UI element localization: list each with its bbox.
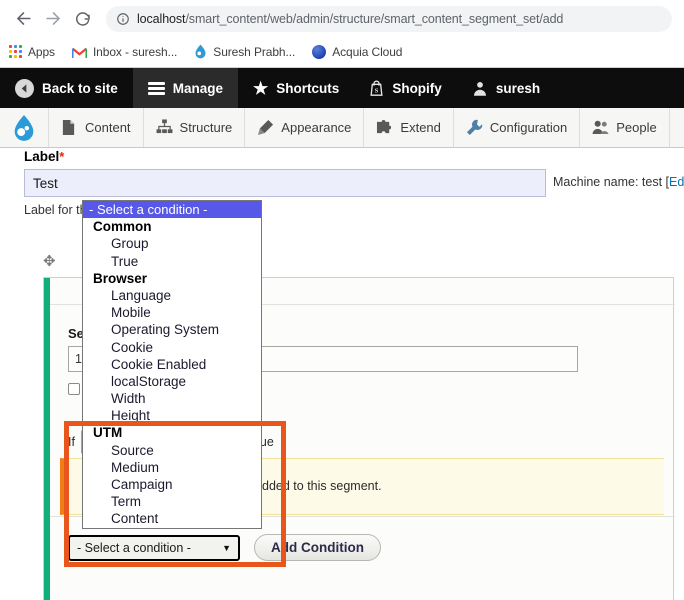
reload-icon[interactable] bbox=[68, 4, 98, 34]
star-icon: ★ bbox=[253, 78, 269, 98]
gmail-icon bbox=[71, 46, 88, 58]
add-condition-row: - Select a condition - ▼ Add Condition bbox=[68, 534, 381, 561]
dropdown-option[interactable]: Cookie bbox=[83, 339, 261, 356]
dropdown-option[interactable]: localStorage bbox=[83, 373, 261, 390]
acquia-cloud-icon bbox=[312, 44, 327, 59]
bookmark-apps[interactable]: Apps bbox=[9, 45, 55, 59]
bookmark-label: Apps bbox=[28, 44, 55, 59]
browser-chrome: localhost/smart_content/web/admin/struct… bbox=[0, 0, 684, 68]
dropdown-option[interactable]: Language bbox=[83, 287, 261, 304]
bookmark-inbox[interactable]: Inbox - suresh... bbox=[71, 44, 178, 59]
hamburger-icon bbox=[147, 81, 165, 95]
segment-checkbox[interactable] bbox=[68, 383, 80, 395]
wrench-icon bbox=[466, 119, 483, 136]
if-prefix-label: If bbox=[68, 435, 75, 449]
dropdown-option[interactable]: Cookie Enabled bbox=[83, 356, 261, 373]
menu-item-configuration[interactable]: Configuration bbox=[454, 108, 581, 147]
menu-item-label: People bbox=[616, 120, 657, 135]
dropdown-option[interactable]: Group bbox=[83, 235, 261, 252]
chevron-down-icon: ▼ bbox=[222, 542, 231, 553]
toolbar-item-label: Shopify bbox=[392, 80, 442, 96]
drupal-admin-toolbar: Back to site Manage ★ Shortcuts S Shopif… bbox=[0, 68, 684, 108]
required-marker: * bbox=[59, 149, 65, 164]
back-arrow-icon[interactable] bbox=[8, 4, 38, 34]
dropdown-option[interactable]: Content bbox=[83, 510, 261, 527]
site-info-icon[interactable] bbox=[116, 12, 130, 26]
drag-move-icon[interactable]: ✥ bbox=[43, 254, 56, 269]
dropdown-option[interactable]: Source bbox=[83, 442, 261, 459]
bookmarks-bar: Apps Inbox - suresh... Suresh Prabh... A… bbox=[0, 37, 684, 66]
label-title-text: Label bbox=[24, 149, 60, 164]
apps-grid-icon bbox=[9, 45, 22, 58]
toolbar-item-shortcuts[interactable]: ★ Shortcuts bbox=[238, 68, 354, 108]
toolbar-item-user[interactable]: suresh bbox=[457, 68, 555, 108]
drupal-secondary-menu: Content Structure Appearance Extend Conf… bbox=[0, 108, 684, 148]
dropdown-option[interactable]: True bbox=[83, 253, 261, 270]
bookmark-suresh-prabh[interactable]: Suresh Prabh... bbox=[194, 44, 295, 59]
shopify-bag-icon: S bbox=[369, 80, 384, 97]
add-condition-label: Add Condition bbox=[271, 540, 364, 555]
machine-name-display: Machine name: test [Edit] bbox=[553, 175, 684, 189]
menu-item-structure[interactable]: Structure bbox=[144, 108, 246, 147]
document-icon bbox=[61, 119, 78, 136]
menu-item-extend[interactable]: Extend bbox=[364, 108, 454, 147]
bookmark-label: Suresh Prabh... bbox=[213, 44, 296, 59]
dropdown-group-label: UTM bbox=[93, 425, 123, 441]
toolbar-item-shopify[interactable]: S Shopify bbox=[354, 68, 457, 108]
svg-text:S: S bbox=[375, 87, 379, 94]
paintbrush-icon bbox=[257, 119, 274, 136]
dropdown-option[interactable]: - Select a condition - bbox=[83, 201, 261, 219]
dropdown-group-label: Common bbox=[93, 219, 152, 235]
dropdown-option[interactable]: Term bbox=[83, 493, 261, 510]
back-circle-icon bbox=[15, 78, 34, 98]
forward-arrow-icon[interactable] bbox=[38, 4, 68, 34]
structure-icon bbox=[156, 119, 173, 136]
toolbar-item-label: suresh bbox=[495, 80, 541, 96]
drupal-logo-icon[interactable] bbox=[0, 108, 49, 147]
dropdown-option[interactable]: Height bbox=[83, 407, 261, 424]
url-path: /smart_content/web/admin/structure/smart… bbox=[185, 11, 564, 26]
address-bar[interactable]: localhost/smart_content/web/admin/struct… bbox=[106, 5, 672, 32]
url-host: localhost bbox=[137, 11, 186, 26]
toolbar-item-manage[interactable]: Manage bbox=[132, 68, 239, 108]
menu-item-content[interactable]: Content bbox=[49, 108, 144, 147]
bookmark-label: Inbox - suresh... bbox=[92, 44, 178, 59]
toolbar-item-label: Back to site bbox=[42, 80, 118, 96]
menu-item-label: Content bbox=[85, 120, 131, 135]
menu-item-people[interactable]: People bbox=[580, 108, 670, 147]
user-icon bbox=[472, 80, 488, 97]
add-condition-button[interactable]: Add Condition bbox=[254, 534, 381, 561]
toolbar-item-label: Shortcuts bbox=[276, 80, 340, 96]
url-text: localhost/smart_content/web/admin/struct… bbox=[137, 12, 563, 26]
condition-select[interactable]: - Select a condition - ▼ bbox=[68, 534, 240, 561]
screenshot-root: localhost/smart_content/web/admin/struct… bbox=[0, 0, 684, 600]
bookmark-acquia-cloud[interactable]: Acquia Cloud bbox=[312, 44, 403, 59]
dropdown-option[interactable]: Mobile bbox=[83, 304, 261, 321]
condition-select-value: - Select a condition - bbox=[77, 540, 191, 555]
toolbar-item-back-to-site[interactable]: Back to site bbox=[0, 68, 133, 108]
dropdown-group-label: Browser bbox=[93, 270, 148, 286]
menu-item-label: Configuration bbox=[489, 120, 568, 135]
bookmark-label: Acquia Cloud bbox=[332, 44, 403, 59]
dropdown-option[interactable]: Width bbox=[83, 390, 261, 407]
dropdown-option[interactable]: Operating System bbox=[83, 321, 261, 338]
dropdown-option[interactable]: Medium bbox=[83, 459, 261, 476]
machine-name-edit-link[interactable]: Edit bbox=[669, 175, 684, 189]
label-field-title: Label* bbox=[24, 149, 64, 164]
toolbar-item-label: Manage bbox=[172, 80, 224, 96]
label-input[interactable] bbox=[24, 169, 546, 197]
drupal-droplet-icon bbox=[194, 44, 207, 59]
machine-name-text: Machine name: test [ bbox=[553, 175, 670, 189]
people-icon bbox=[592, 119, 609, 136]
menu-item-label: Extend bbox=[400, 120, 441, 135]
condition-dropdown-list[interactable]: - Select a condition - Common Group True Bro… bbox=[82, 200, 262, 529]
browser-navbar: localhost/smart_content/web/admin/struct… bbox=[0, 0, 684, 37]
dropdown-option[interactable]: Campaign bbox=[83, 476, 261, 493]
menu-item-appearance[interactable]: Appearance bbox=[245, 108, 365, 147]
puzzle-icon bbox=[376, 119, 393, 136]
menu-item-label: Appearance bbox=[281, 120, 352, 135]
menu-item-label: Structure bbox=[179, 120, 233, 135]
